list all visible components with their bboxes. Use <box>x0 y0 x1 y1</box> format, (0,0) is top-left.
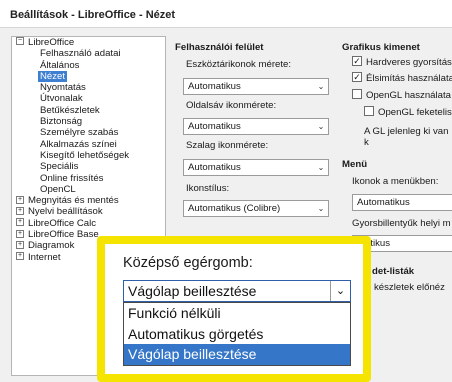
tree-item-label: Alkalmazás színei <box>40 138 117 150</box>
icon-style-label: Ikonstílus: <box>186 183 230 194</box>
tree-item-label: Online frissítés <box>40 172 104 184</box>
tree-item[interactable]: Speciális <box>12 161 165 172</box>
shortcuts-label: Gyorsbillentyűk helyi m <box>352 218 451 229</box>
tree-item[interactable]: Személyre szabás <box>12 127 165 138</box>
gl-status-text: A GL jelenleg ki van k <box>364 126 449 148</box>
tree-item-label: Általános <box>40 59 80 71</box>
tree-item[interactable]: OpenCL <box>12 184 165 195</box>
hw-accel-label: Hardveres gyorsítás <box>366 57 452 68</box>
tree-item-label: Útvonalak <box>40 93 83 105</box>
chevron-down-icon[interactable]: ⌄ <box>314 160 328 175</box>
expand-icon[interactable]: + <box>16 195 24 204</box>
tree-item-label: LibreOffice <box>28 37 75 48</box>
tree-item-label: OpenCL <box>40 183 76 195</box>
middle-mouse-select[interactable]: Vágólap beillesztése ⌄ <box>123 280 351 302</box>
tree-item[interactable]: Általános <box>12 60 165 71</box>
menu-icons-label: Ikonok a menükben: <box>352 176 439 187</box>
tree-item[interactable]: + Megnyitás és mentés <box>12 195 165 206</box>
tree-item[interactable]: Alkalmazás színei <box>12 139 165 150</box>
callout-panel: Középső egérgomb: Vágólap beillesztése ⌄… <box>105 244 363 374</box>
sidebar-icon-size-value: Automatikus <box>188 121 241 132</box>
icon-style-select[interactable]: Automatikus (Colibre) ⌄ <box>183 200 329 217</box>
tree-item-label: Speciális <box>40 161 79 173</box>
chevron-down-icon[interactable]: ⌄ <box>330 281 350 301</box>
chevron-down-icon[interactable]: ⌄ <box>314 79 328 94</box>
tree-item-label: Diagramok <box>28 240 75 252</box>
dropdown-option[interactable]: Vágólap beillesztése <box>124 344 350 365</box>
middle-mouse-value: Vágólap beillesztése <box>128 283 257 299</box>
checkbox-icon[interactable] <box>352 89 362 100</box>
toolbar-icon-size-label: Eszköztárikonok mérete: <box>186 59 292 70</box>
tab-icon-size-select[interactable]: Automatikus ⌄ <box>183 159 329 176</box>
dropdown-option[interactable]: Funkció nélküli <box>124 303 350 324</box>
toolbar-icon-size-value: Automatikus <box>188 81 241 92</box>
tree-item[interactable]: + Nyelvi beállítások <box>12 206 165 217</box>
tree-item-label: Internet <box>28 251 61 263</box>
dropdown-option[interactable]: Automatikus görgetés <box>124 324 350 345</box>
opengl-checkbox[interactable]: OpenGL használata <box>352 89 451 101</box>
checkbox-icon[interactable] <box>364 106 374 117</box>
tree-item-label: Személyre szabás <box>40 127 119 139</box>
tree-item[interactable]: Kisegítő lehetőségek <box>12 150 165 161</box>
tree-item-label: Nyelvi beállítások <box>28 206 103 218</box>
antialias-checkbox[interactable]: ✓ Élsimítás használata <box>352 72 452 84</box>
tree-item[interactable]: Nézet <box>12 70 165 82</box>
toolbar-icon-size-select[interactable]: Automatikus ⌄ <box>183 78 329 95</box>
expand-icon[interactable]: + <box>16 240 24 249</box>
icon-style-value: Automatikus (Colibre) <box>188 203 281 214</box>
checkbox-icon[interactable]: ✓ <box>352 72 362 83</box>
opengl-label: OpenGL használata <box>366 90 451 101</box>
sidebar-icon-size-label: Oldalsáv ikonmérete: <box>186 100 277 111</box>
menu-icons-select[interactable]: Automatikus <box>352 194 452 211</box>
middle-mouse-label: Középső egérgomb: <box>123 255 253 271</box>
tab-icon-size-label: Szalag ikonmérete: <box>186 140 269 151</box>
checkbox-icon[interactable]: ✓ <box>352 56 362 67</box>
expand-icon[interactable]: + <box>16 252 24 261</box>
menu-icons-value: Automatikus <box>357 197 410 208</box>
middle-mouse-options: Funkció nélküli Automatikus görgetés Vágól… <box>123 302 351 366</box>
tree-item[interactable]: Biztonság <box>12 116 165 127</box>
antialias-label: Élsimítás használata <box>366 73 452 84</box>
window-title: Beállítások - LibreOffice - Nézet <box>0 0 452 28</box>
expand-icon[interactable]: + <box>16 229 24 238</box>
fontlists-heading: det-listák <box>372 266 415 277</box>
opengl-force-checkbox[interactable]: OpenGL feketelist <box>364 106 452 118</box>
sidebar-icon-size-select[interactable]: Automatikus ⌄ <box>183 118 329 135</box>
tree-item[interactable]: Nyomtatás <box>12 82 165 93</box>
menu-heading: Menü <box>342 159 368 170</box>
tree-item-label: Betűkészletek <box>40 104 100 116</box>
chevron-down-icon[interactable]: ⌄ <box>314 119 328 134</box>
tree-item-label: Biztonság <box>40 116 83 128</box>
tree-item[interactable]: Felhasználó adatai <box>12 48 165 59</box>
collapse-icon[interactable]: − <box>16 37 24 46</box>
tree-item[interactable]: − LibreOffice <box>12 37 165 48</box>
opengl-force-label: OpenGL feketelist <box>378 107 452 118</box>
ui-heading: Felhasználói felület <box>175 42 264 53</box>
tree-item-label: Nézet <box>38 70 68 82</box>
graphics-heading: Grafikus kimenet <box>342 42 420 53</box>
tree-item-label: Megnyitás és mentés <box>28 195 119 207</box>
tree-item-label: LibreOffice Calc <box>28 217 97 229</box>
tree-item-label: Kisegítő lehetőségek <box>40 149 130 161</box>
tree-item[interactable]: Online frissítés <box>12 173 165 184</box>
expand-icon[interactable]: + <box>16 206 24 215</box>
tree-item-label: Nyomtatás <box>40 82 86 94</box>
tree-item-label: Felhasználó adatai <box>40 48 121 60</box>
tab-icon-size-value: Automatikus <box>188 162 241 173</box>
chevron-down-icon[interactable]: ⌄ <box>314 201 328 216</box>
hw-accel-checkbox[interactable]: ✓ Hardveres gyorsítás <box>352 56 452 68</box>
expand-icon[interactable]: + <box>16 218 24 227</box>
tree-item[interactable]: + LibreOffice Calc <box>12 218 165 229</box>
zoom-callout: Középső egérgomb: Vágólap beillesztése ⌄… <box>97 236 371 382</box>
tree-list: − LibreOffice Felhasználó adatai Általános N… <box>12 37 165 263</box>
tree-item-label: LibreOffice Base <box>28 229 99 241</box>
font-preview-label: készletek előnéz <box>374 282 445 293</box>
tree-item[interactable]: Betűkészletek <box>12 105 165 116</box>
tree-item[interactable]: Útvonalak <box>12 93 165 104</box>
